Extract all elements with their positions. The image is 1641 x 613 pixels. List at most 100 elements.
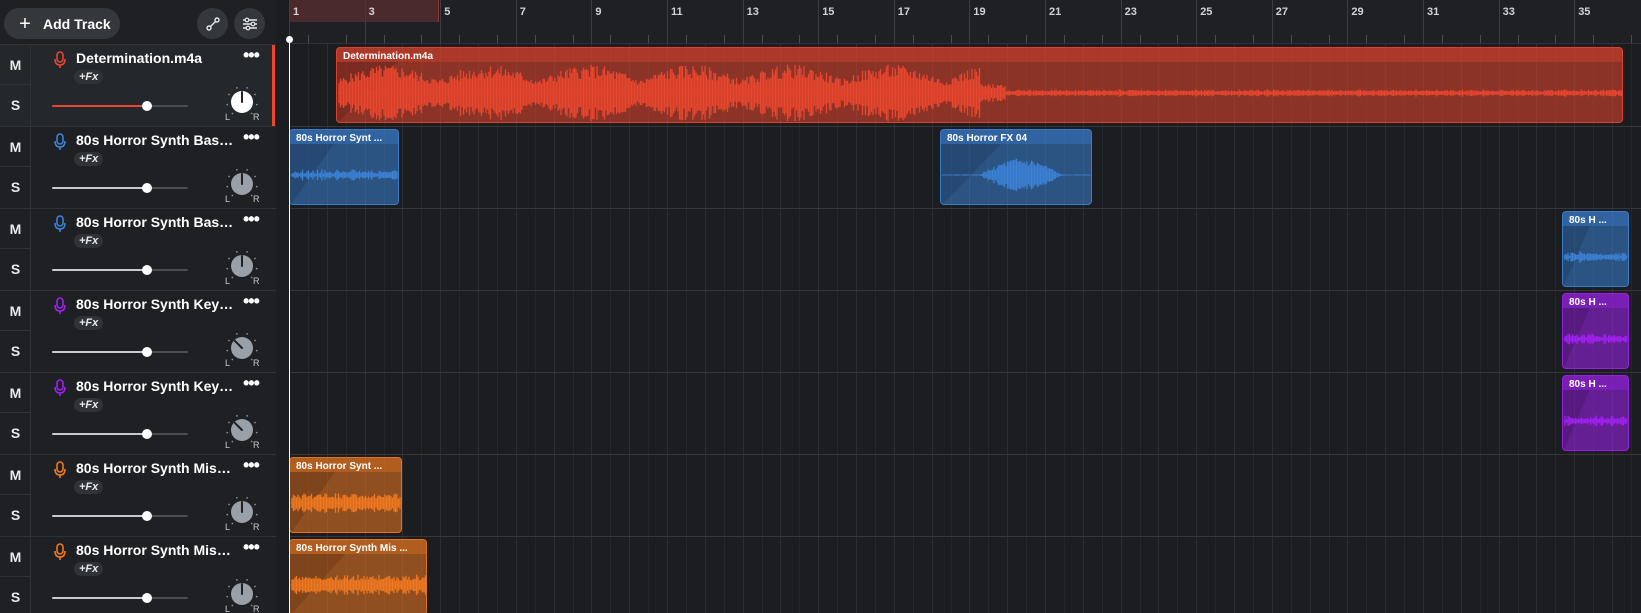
volume-thumb[interactable]	[142, 265, 153, 275]
volume-slider[interactable]	[52, 511, 188, 521]
bar-number: 15	[822, 6, 835, 18]
more-options-icon[interactable]: •••	[243, 456, 261, 478]
mute-button[interactable]: M	[0, 291, 31, 331]
track-row[interactable]: M S 80s Horror Synth Misc ... ••• +Fx L R	[0, 536, 276, 613]
add-fx-button[interactable]: +Fx	[74, 562, 104, 576]
ruler-minor-tick	[648, 35, 650, 43]
mute-button[interactable]: M	[0, 537, 31, 577]
ruler-minor-tick	[799, 35, 801, 43]
track-row[interactable]: M S 80s Horror Synth Keys ... ••• +Fx L R	[0, 372, 276, 454]
grid-line	[837, 44, 839, 613]
audio-clip[interactable]: 80s H ...	[1562, 293, 1629, 369]
more-options-icon[interactable]: •••	[243, 292, 261, 314]
mixer-button[interactable]	[234, 8, 265, 39]
solo-button[interactable]: S	[0, 249, 31, 289]
audio-clip[interactable]: 80s Horror Synt ...	[289, 457, 402, 533]
volume-thumb[interactable]	[142, 511, 153, 521]
volume-thumb[interactable]	[142, 593, 153, 603]
grid-line	[1328, 44, 1330, 613]
pan-knob[interactable]: LR	[224, 577, 260, 613]
mute-button[interactable]: M	[0, 373, 31, 413]
pan-left-label: L	[225, 276, 231, 286]
mute-button[interactable]: M	[0, 455, 31, 495]
grid-line	[1290, 44, 1292, 613]
pan-knob[interactable]: LR	[224, 167, 260, 207]
volume-slider[interactable]	[52, 593, 188, 603]
more-options-icon[interactable]: •••	[243, 46, 261, 68]
automation-button[interactable]	[197, 8, 228, 39]
audio-clip[interactable]: 80s Horror FX 04	[940, 129, 1092, 205]
volume-slider[interactable]	[52, 183, 188, 193]
ruler-minor-tick	[912, 35, 914, 43]
add-fx-button[interactable]: +Fx	[74, 152, 104, 166]
more-options-icon[interactable]: •••	[243, 128, 261, 150]
track-name[interactable]: 80s Horror Synth Misc ...	[76, 460, 234, 476]
solo-button[interactable]: S	[0, 167, 31, 207]
audio-clip[interactable]: 80s Horror Synth Mis ...	[289, 539, 427, 613]
pan-right-label: R	[253, 276, 260, 286]
track-name[interactable]: Determination.m4a	[76, 50, 234, 66]
mute-button[interactable]: M	[0, 127, 31, 167]
volume-slider[interactable]	[52, 101, 188, 111]
pan-knob[interactable]: LR	[224, 331, 260, 371]
volume-slider[interactable]	[52, 347, 188, 357]
volume-slider[interactable]	[52, 265, 188, 275]
more-options-icon[interactable]: •••	[243, 210, 261, 232]
pan-knob[interactable]: LR	[224, 85, 260, 125]
solo-button[interactable]: S	[0, 85, 31, 125]
add-fx-button[interactable]: +Fx	[74, 234, 104, 248]
timeline-ruler[interactable]: 1 3 5 7 9 11 13 15 17 19 21 23 25 27 29 31 33 35	[289, 0, 1641, 44]
track-list-panel: + Add Track M S Determination.m4a ••• +Fx L R M…	[0, 0, 276, 613]
track-row[interactable]: M S 80s Horror Synth Bass ... ••• +Fx L R	[0, 208, 276, 290]
grid-line	[1101, 44, 1103, 613]
more-options-icon[interactable]: •••	[243, 374, 261, 396]
pan-dial	[226, 497, 258, 525]
add-fx-button[interactable]: +Fx	[74, 316, 104, 330]
playhead-handle[interactable]	[286, 36, 293, 43]
pan-dial	[226, 333, 258, 361]
solo-button[interactable]: S	[0, 331, 31, 371]
track-name[interactable]: 80s Horror Synth Keys ...	[76, 296, 234, 312]
track-name[interactable]: 80s Horror Synth Bass ...	[76, 214, 234, 230]
add-track-button[interactable]: + Add Track	[4, 8, 120, 39]
mute-button[interactable]: M	[0, 45, 31, 85]
more-options-icon[interactable]: •••	[243, 538, 261, 560]
add-fx-button[interactable]: +Fx	[74, 70, 104, 84]
audio-clip[interactable]: Determination.m4a	[336, 47, 1623, 123]
grid-line	[1555, 44, 1557, 613]
grid-line	[648, 44, 650, 613]
track-row[interactable]: M S 80s Horror Synth Keys ... ••• +Fx L R	[0, 290, 276, 372]
track-row[interactable]: M S 80s Horror Synth Bass ... ••• +Fx L R	[0, 126, 276, 208]
volume-thumb[interactable]	[142, 347, 153, 357]
track-row[interactable]: M S Determination.m4a ••• +Fx L R	[0, 44, 276, 126]
ruler-minor-tick	[496, 35, 498, 43]
audio-clip[interactable]: 80s H ...	[1562, 375, 1629, 451]
track-name[interactable]: 80s Horror Synth Misc ...	[76, 542, 234, 558]
mute-button[interactable]: M	[0, 209, 31, 249]
pan-knob[interactable]: LR	[224, 413, 260, 453]
playhead[interactable]	[289, 38, 290, 613]
track-name[interactable]: 80s Horror Synth Keys ...	[76, 378, 234, 394]
solo-button[interactable]: S	[0, 413, 31, 453]
volume-thumb[interactable]	[142, 101, 153, 111]
pan-dial	[226, 169, 258, 197]
volume-slider[interactable]	[52, 429, 188, 439]
grid-line	[1385, 44, 1387, 613]
audio-clip[interactable]: 80s Horror Synt ...	[289, 129, 399, 205]
track-name[interactable]: 80s Horror Synth Bass ...	[76, 132, 234, 148]
pan-knob[interactable]: LR	[224, 249, 260, 289]
ruler-minor-tick	[988, 35, 990, 43]
audio-clip[interactable]: 80s H ...	[1562, 211, 1629, 287]
track-row[interactable]: M S 80s Horror Synth Misc ... ••• +Fx L R	[0, 454, 276, 536]
volume-thumb[interactable]	[142, 429, 153, 439]
arrangement-lanes[interactable]: Determination.m4a 80s Horror Synt ... 80s …	[289, 44, 1641, 613]
volume-thumb[interactable]	[142, 183, 153, 193]
volume-fill	[52, 187, 148, 189]
add-fx-button[interactable]: +Fx	[74, 480, 104, 494]
pan-knob[interactable]: LR	[224, 495, 260, 535]
add-fx-button[interactable]: +Fx	[74, 398, 104, 412]
volume-fill	[52, 433, 148, 435]
solo-button[interactable]: S	[0, 577, 31, 613]
track-header: + Add Track	[0, 0, 276, 44]
solo-button[interactable]: S	[0, 495, 31, 535]
